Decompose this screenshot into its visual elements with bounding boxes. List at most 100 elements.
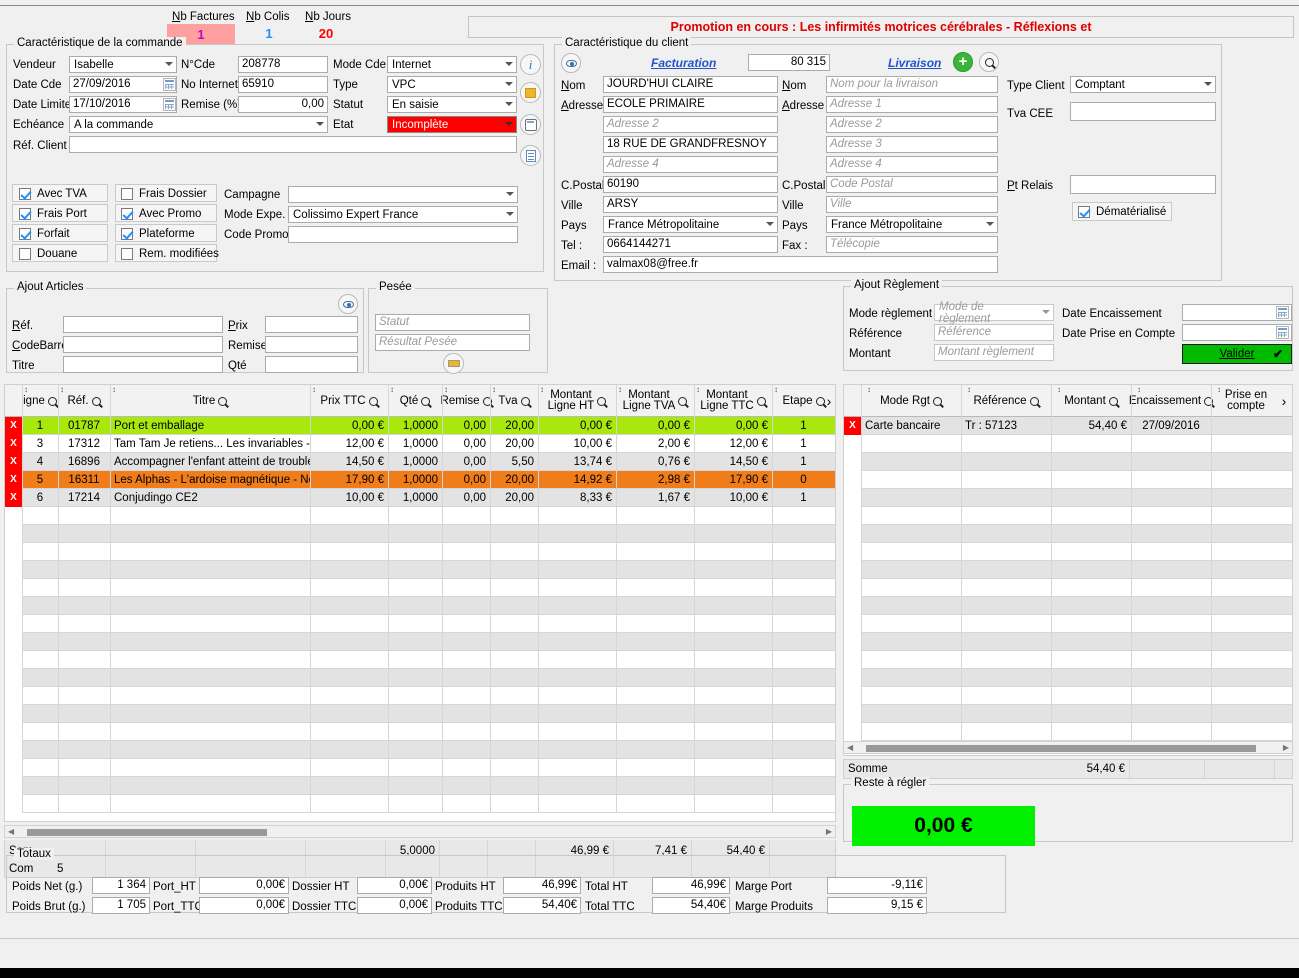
cell-ligne[interactable] [22,723,58,741]
no-internet-input[interactable]: 65910 [238,76,328,93]
payment-cell-montant[interactable] [1051,561,1131,579]
campagne-select[interactable] [288,186,518,203]
cell-titre[interactable] [110,615,310,633]
cell-tva_m[interactable] [616,723,694,741]
cell-tva_m[interactable] [616,633,694,651]
cell-qte[interactable]: 1,0000 [388,435,442,453]
calendar-icon-date-limite[interactable] [163,98,176,111]
payment-cell-mode[interactable] [861,633,961,651]
payment-cell-mode[interactable] [861,543,961,561]
cell-ref[interactable]: 17214 [58,489,110,507]
payment-cell-mode[interactable] [861,471,961,489]
payment-cell-mode[interactable]: Carte bancaire [861,417,961,435]
cell-remise[interactable]: 0,00 [442,489,490,507]
cell-etape[interactable] [772,687,835,705]
column-filter-icon[interactable] [91,396,101,406]
cell-remise[interactable] [442,651,490,669]
column-filter-icon[interactable] [597,396,607,406]
cell-ligne[interactable] [22,543,58,561]
cell-etape[interactable] [772,741,835,759]
cell-remise[interactable] [442,723,490,741]
cell-titre[interactable] [110,795,310,813]
payment-cell-montant[interactable] [1051,669,1131,687]
cell-tva_m[interactable]: 0,00 € [616,417,694,435]
cell-tva[interactable]: 5,50 [490,453,538,471]
column-sort-icon[interactable]: ↕ [967,386,971,394]
cell-ht[interactable] [538,795,616,813]
cell-qte[interactable]: 1,0000 [388,453,442,471]
cell-prix[interactable] [310,705,388,723]
cell-tva_m[interactable] [616,705,694,723]
payment-row[interactable] [844,560,1292,579]
cell-ligne[interactable] [22,687,58,705]
payment-cell-mode[interactable] [861,597,961,615]
table-row[interactable] [5,578,835,597]
scale-icon[interactable] [443,353,464,374]
cell-remise[interactable]: 0,00 [442,453,490,471]
cell-qte[interactable] [388,741,442,759]
payment-cell-prise[interactable] [1211,489,1281,507]
payment-cell-mode[interactable] [861,435,961,453]
cell-tva[interactable] [490,705,538,723]
package-icon[interactable] [520,82,541,103]
cell-tva_m[interactable] [616,543,694,561]
cell-ttc[interactable] [694,543,772,561]
column-filter-icon[interactable] [421,396,431,406]
email-input[interactable]: valmax08@free.fr [603,256,998,273]
cell-ttc[interactable] [694,723,772,741]
cell-ht[interactable] [538,579,616,597]
cell-ht[interactable] [538,759,616,777]
payment-row[interactable] [844,686,1292,705]
cell-prix[interactable] [310,579,388,597]
cell-ligne[interactable] [22,705,58,723]
cell-qte[interactable] [388,687,442,705]
liv-pays-select[interactable]: France Métropolitaine [826,216,998,233]
column-sort-icon[interactable]: ↕ [444,386,448,394]
cell-qte[interactable] [388,669,442,687]
cell-remise[interactable]: 0,00 [442,435,490,453]
cell-etape[interactable] [772,525,835,543]
cell-titre[interactable] [110,777,310,795]
cell-titre[interactable] [110,543,310,561]
cell-ligne[interactable] [22,525,58,543]
payment-cell-montant[interactable] [1051,633,1131,651]
payment-cell-reference[interactable] [961,687,1051,705]
calendar-icon-date-cde[interactable] [163,78,176,91]
cell-remise[interactable] [442,741,490,759]
payment-row[interactable]: X Carte bancaire Tr : 57123 54,40 €27/09/20… [844,416,1292,435]
cell-etape[interactable] [772,561,835,579]
cell-ligne[interactable] [22,669,58,687]
cell-ref[interactable] [58,597,110,615]
payment-row[interactable] [844,434,1292,453]
payment-cell-prise[interactable] [1211,669,1281,687]
cell-ht[interactable] [538,597,616,615]
adresse2-input[interactable]: Adresse 2 [603,116,778,133]
payment-cell-montant[interactable] [1051,615,1131,633]
cell-prix[interactable] [310,561,388,579]
cell-qte[interactable] [388,705,442,723]
cell-prix[interactable] [310,651,388,669]
cell-prix[interactable] [310,597,388,615]
cell-tva[interactable] [490,777,538,795]
checkbox-avec-promo[interactable]: Avec Promo [121,208,201,220]
table-row[interactable] [5,560,835,579]
payment-cell-encaissement[interactable] [1131,471,1211,489]
cell-qte[interactable] [388,651,442,669]
payment-cell-encaissement[interactable] [1131,615,1211,633]
payment-cell-montant[interactable] [1051,489,1131,507]
cell-prix[interactable] [310,615,388,633]
cell-tva[interactable] [490,687,538,705]
payment-cell-montant[interactable]: 54,40 € [1051,417,1131,435]
cell-etape[interactable]: 1 [772,489,835,507]
cell-etape[interactable] [772,759,835,777]
cell-ttc[interactable] [694,507,772,525]
cell-tva[interactable] [490,669,538,687]
payment-cell-mode[interactable] [861,507,961,525]
cell-etape[interactable]: 1 [772,453,835,471]
payment-cell-montant[interactable] [1051,687,1131,705]
table-row[interactable] [5,722,835,741]
cell-qte[interactable] [388,615,442,633]
cell-ref[interactable]: 16311 [58,471,110,489]
scroll-right-icon[interactable]: ▶ [826,827,832,836]
payment-cell-mode[interactable] [861,723,961,741]
